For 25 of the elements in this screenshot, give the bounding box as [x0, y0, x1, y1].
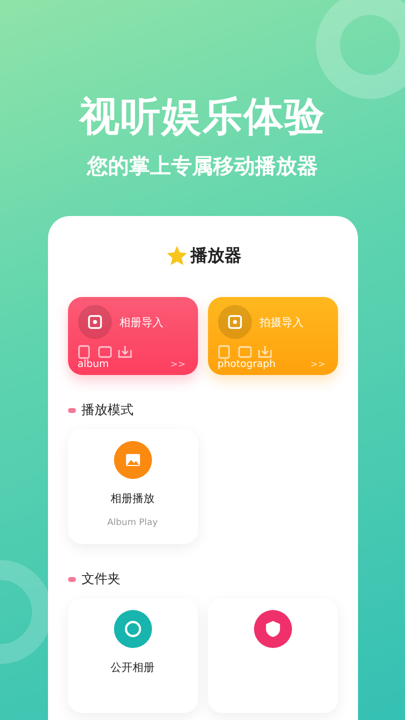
subtitle: 您的掌上专属移动播放器 — [87, 153, 318, 180]
section-title: 播放模式 — [82, 402, 134, 419]
import-caption: photograph — [218, 359, 276, 370]
image-icon — [114, 441, 152, 479]
star-logo-icon — [166, 244, 188, 266]
chevron-icon: >> — [310, 360, 326, 370]
tile-label: 公开相册 — [110, 660, 154, 675]
media-icons — [218, 345, 274, 359]
mode-card[interactable]: 相册播放 Album Play — [68, 429, 198, 544]
lens-icon — [114, 610, 152, 648]
app-title: 播放器 — [190, 245, 242, 267]
bullet-icon — [68, 576, 76, 582]
import-label: 相册导入 — [120, 314, 164, 330]
shield-icon — [254, 610, 292, 648]
import-label: 拍摄导入 — [260, 314, 304, 330]
tile-sublabel: Album Play — [107, 518, 158, 528]
import-caption: album — [78, 359, 109, 370]
headline: 视听娱乐体验 — [80, 93, 326, 142]
bullet-icon — [68, 408, 76, 412]
chevron-icon: >> — [170, 360, 186, 370]
media-icons — [78, 345, 134, 359]
mode-card[interactable]: 公开相册 — [68, 598, 198, 713]
mode-card[interactable] — [208, 598, 338, 713]
section-title: 文件夹 — [82, 571, 120, 588]
tile-label: 相册播放 — [110, 491, 154, 506]
